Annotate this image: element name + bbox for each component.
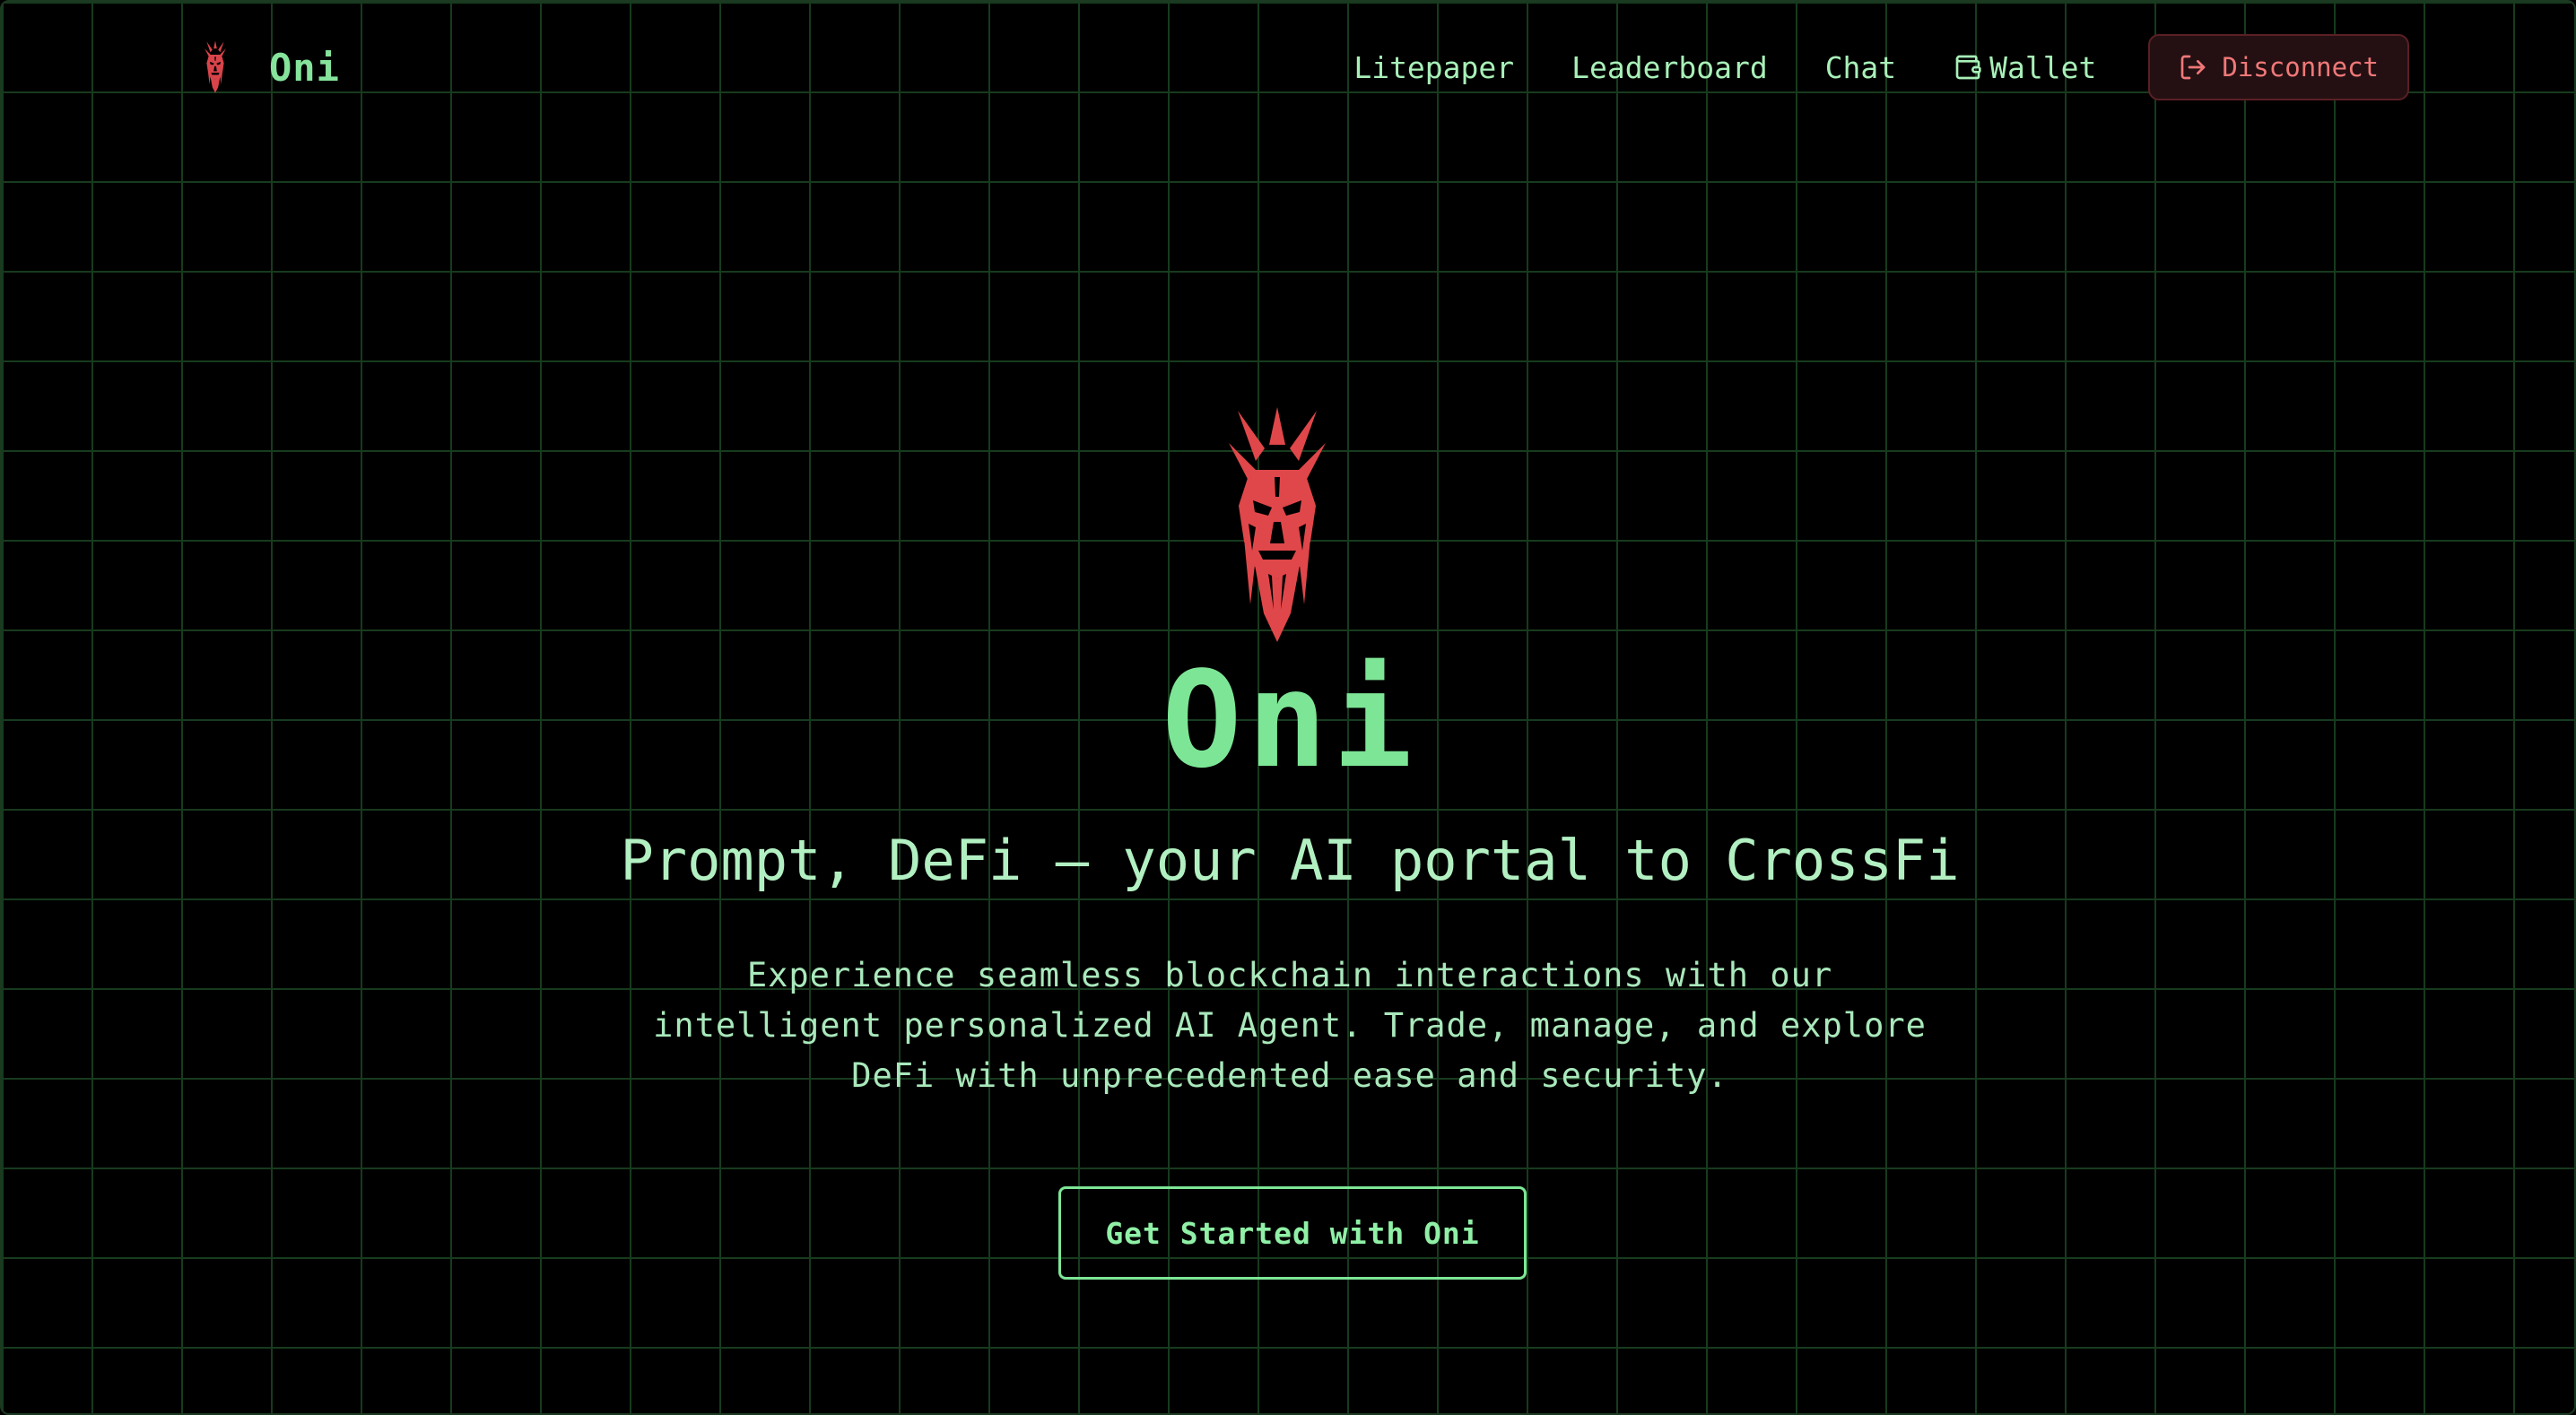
nav-wallet-link[interactable]: Wallet xyxy=(1954,50,2096,85)
get-started-label: Get Started with Oni xyxy=(1105,1215,1480,1251)
hero-subtitle: Prompt, DeFi — your AI portal to CrossFi xyxy=(620,828,1960,893)
get-started-button[interactable]: Get Started with Oni xyxy=(1058,1186,1527,1280)
brand-name: Oni xyxy=(269,45,340,90)
nav-wallet-label: Wallet xyxy=(1989,49,2097,85)
nav-litepaper-link[interactable]: Litepaper xyxy=(1353,50,1514,85)
hero-title: Oni xyxy=(1162,643,1418,797)
hero-description: Experience seamless blockchain interacti… xyxy=(653,956,1927,1095)
nav-chat-link[interactable]: Chat xyxy=(1825,50,1896,85)
top-navbar: Oni Litepaper Leaderboard Chat Wallet Di… xyxy=(196,32,2409,102)
wallet-icon xyxy=(1955,55,1981,80)
oni-mask-icon xyxy=(1229,407,1326,642)
nav-leaderboard-link[interactable]: Leaderboard xyxy=(1571,50,1768,85)
nav-litepaper-label: Litepaper xyxy=(1353,49,1515,85)
oni-mask-icon xyxy=(205,40,226,93)
nav-leaderboard-label: Leaderboard xyxy=(1571,49,1768,85)
landing-page: Oni Litepaper Leaderboard Chat Wallet Di… xyxy=(0,0,2576,1415)
brand[interactable]: Oni xyxy=(196,40,340,94)
nav-chat-label: Chat xyxy=(1824,49,1897,85)
disconnect-label: Disconnect xyxy=(2222,52,2379,82)
main-nav: Litepaper Leaderboard Chat Wallet Discon… xyxy=(1353,34,2409,100)
disconnect-button[interactable]: Disconnect xyxy=(2148,34,2409,100)
logout-icon xyxy=(2181,55,2206,80)
